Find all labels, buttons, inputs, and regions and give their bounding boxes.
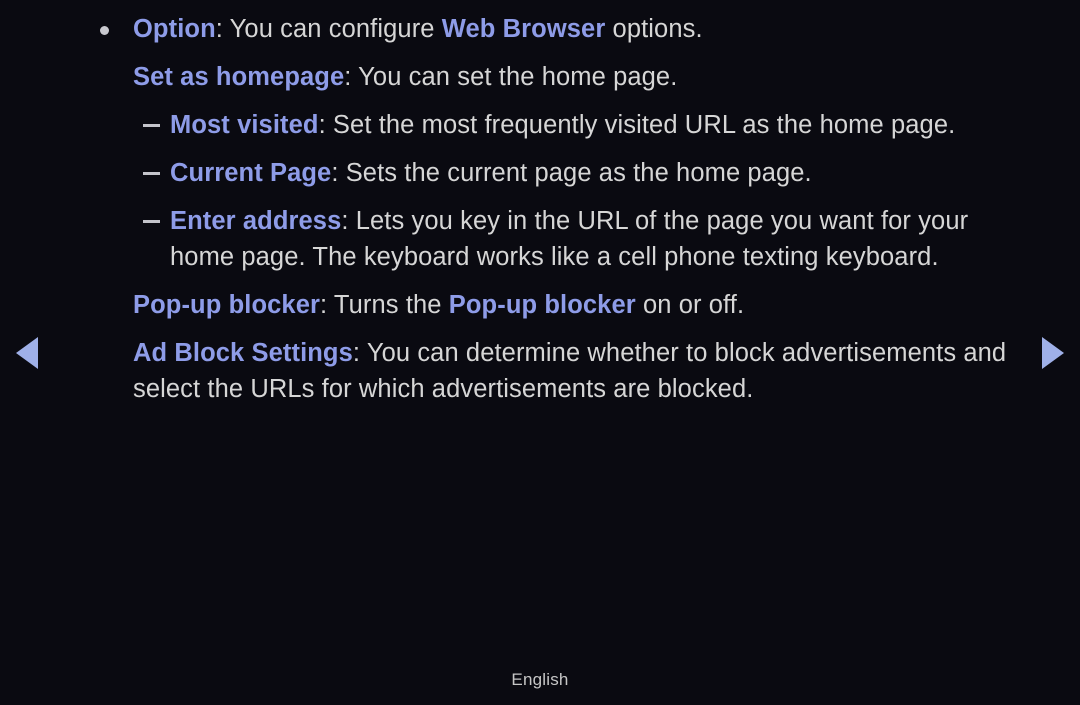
help-text-line: Enter address: Lets you key in the URL o… xyxy=(0,206,1080,236)
help-paragraph: Option: You can configure Web Browser op… xyxy=(0,14,1080,44)
dash-marker-icon xyxy=(143,124,160,127)
dash-marker-icon xyxy=(143,220,160,223)
next-page-arrow-icon[interactable] xyxy=(1042,337,1064,369)
help-text-line: Pop-up blocker: Turns the Pop-up blocker… xyxy=(0,290,1080,320)
body-text: options. xyxy=(605,15,703,43)
help-text-line: Option: You can configure Web Browser op… xyxy=(0,14,1080,44)
body-text: : Lets you key in the URL of the page yo… xyxy=(341,207,969,235)
highlighted-term: Option xyxy=(133,15,216,43)
help-paragraph: Set as homepage: You can set the home pa… xyxy=(0,62,1080,92)
body-text: : Sets the current page as the home page… xyxy=(331,159,812,187)
body-text: : Turns the xyxy=(320,291,449,319)
help-text-line: Most visited: Set the most frequently vi… xyxy=(0,110,1080,140)
highlighted-term: Pop-up blocker xyxy=(133,291,320,319)
body-text: home page. The keyboard works like a cel… xyxy=(170,243,939,271)
body-text: : You can determine whether to block adv… xyxy=(352,339,1007,367)
body-text: select the URLs for which advertisements… xyxy=(133,375,754,403)
dash-marker-icon xyxy=(143,172,160,175)
highlighted-term: Ad Block Settings xyxy=(133,339,353,367)
body-text: : You can configure xyxy=(215,15,442,43)
help-text-line: select the URLs for which advertisements… xyxy=(0,374,1080,404)
help-text-line: home page. The keyboard works like a cel… xyxy=(0,242,1080,272)
highlighted-term: Current Page xyxy=(170,159,332,187)
emanual-screen: Option: You can configure Web Browser op… xyxy=(0,0,1080,705)
help-paragraph: Pop-up blocker: Turns the Pop-up blocker… xyxy=(0,290,1080,320)
help-text-line: Set as homepage: You can set the home pa… xyxy=(0,62,1080,92)
help-paragraph: Most visited: Set the most frequently vi… xyxy=(0,110,1080,140)
help-text-line: Current Page: Sets the current page as t… xyxy=(0,158,1080,188)
body-text: : Set the most frequently visited URL as… xyxy=(318,111,956,139)
bullet-marker-icon xyxy=(100,26,109,35)
help-text-line: Ad Block Settings: You can determine whe… xyxy=(0,338,1080,368)
highlighted-term: Web Browser xyxy=(441,15,606,43)
help-paragraph: Current Page: Sets the current page as t… xyxy=(0,158,1080,188)
highlighted-term: Set as homepage xyxy=(133,63,345,91)
help-paragraph: Ad Block Settings: You can determine whe… xyxy=(0,338,1080,404)
language-label: English xyxy=(511,670,569,689)
body-text: on or off. xyxy=(635,291,745,319)
highlighted-term: Most visited xyxy=(170,111,319,139)
help-content-body: Option: You can configure Web Browser op… xyxy=(0,0,1080,422)
highlighted-term: Enter address xyxy=(170,207,342,235)
highlighted-term: Pop-up blocker xyxy=(448,291,636,319)
body-text: : You can set the home page. xyxy=(344,63,678,91)
previous-page-arrow-icon[interactable] xyxy=(16,337,38,369)
help-paragraph: Enter address: Lets you key in the URL o… xyxy=(0,206,1080,272)
